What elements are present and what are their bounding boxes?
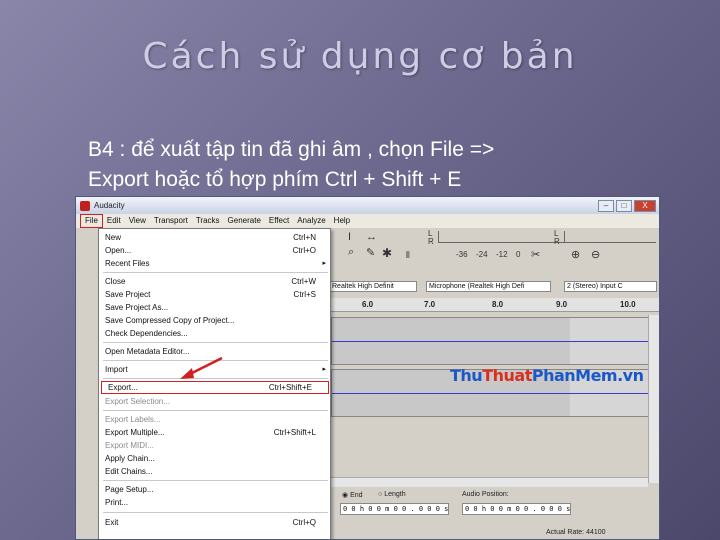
ruler-label: 9.0 [556,300,568,309]
timeline-ruler[interactable]: 6.0 7.0 8.0 9.0 10.0 [326,298,659,312]
menubar: File Edit View Transport Tracks Generate… [76,214,659,228]
audio-position-label: Audio Position: [462,491,509,498]
zoom-out-icon[interactable]: ⊖ [591,248,600,261]
menu-item-export-labels: Export Labels... [105,415,161,424]
audacity-app-icon [80,200,90,211]
menu-item-check-dependencies[interactable]: Check Dependencies... [99,328,332,339]
menu-item-save-project[interactable]: Save Project Ctrl+S [99,289,332,300]
meter-letter-r2: R [554,237,560,246]
cut-icon[interactable]: ✂ [531,248,540,261]
menu-separator [103,360,328,361]
menu-separator [103,342,328,343]
menu-item-export-selection: Export Selection... [105,397,170,406]
envelope-tool-icon[interactable]: ↔ [366,231,377,243]
watermark-logo: ThuThuatPhanMem.vn [450,366,644,385]
menu-item-open-metadata-editor[interactable]: Open Metadata Editor... [99,346,332,357]
meter-tick-4: 0 [516,250,521,259]
submenu-arrow-icon: ▸ [322,260,326,267]
menu-item-exit[interactable]: Exit Ctrl+Q [99,517,332,528]
menu-separator [103,378,328,379]
menu-item-open[interactable]: Open... Ctrl+O [99,245,332,256]
menu-separator [103,480,328,481]
waveform-line [332,341,650,342]
menu-help[interactable]: Help [330,215,354,227]
maximize-button[interactable]: □ [616,199,632,212]
playback-meter[interactable] [438,231,568,243]
slide-body-text: B4 : để xuất tập tin đã ghi âm , chọn Fi… [88,135,688,195]
menu-separator [103,512,328,513]
meter-tick-1: -36 [456,250,468,259]
menu-item-page-setup[interactable]: Page Setup... [99,484,332,495]
menu-item-apply-chain[interactable]: Apply Chain... [99,453,332,464]
menu-view[interactable]: View [125,215,150,227]
audio-track-1[interactable] [331,317,651,365]
record-meter[interactable] [564,231,656,243]
menu-item-print[interactable]: Print... [99,497,332,508]
menu-analyze[interactable]: Analyze [293,215,329,227]
recording-device-select[interactable]: Realtek High Definit [329,281,417,292]
close-button[interactable]: X [634,199,656,212]
multi-tool-icon[interactable]: ✱ [382,246,392,260]
menu-item-save-project-as[interactable]: Save Project As... [99,302,332,313]
menu-item-edit-chains[interactable]: Edit Chains... [99,466,332,477]
horizontal-scrollbar[interactable] [326,477,648,487]
meter-tick-3: -12 [496,250,508,259]
window-titlebar: Audacity – □ X [76,197,659,214]
length-label: Length [384,491,406,498]
window-controls: – □ X [598,199,659,212]
menu-item-import[interactable]: Import ▸ [99,364,332,375]
file-menu-dropdown: New Ctrl+N Open... Ctrl+O Recent Files ▸ Cl… [98,228,332,539]
ruler-label: 7.0 [424,300,436,309]
meter-tick-2: -24 [476,250,488,259]
menu-item-new[interactable]: New Ctrl+N [99,232,332,243]
minimize-button[interactable]: – [598,199,614,212]
menu-tracks[interactable]: Tracks [192,215,224,227]
vertical-scrollbar[interactable] [648,315,659,483]
actual-rate-text: Actual Rate: 44100 [546,529,606,536]
window-title: Audacity [94,201,125,210]
menu-item-export-multiple[interactable]: Export Multiple... Ctrl+Shift+L [99,427,332,438]
zoom-tool-icon[interactable]: ⌕ [348,246,354,259]
ruler-label: 10.0 [620,300,636,309]
menu-transport[interactable]: Transport [150,215,192,227]
menu-item-close[interactable]: Close Ctrl+W [99,276,332,287]
end-radio-label[interactable]: ◉ End [342,491,363,499]
selection-end-time[interactable]: 0 0 h 0 0 m 0 0 . 0 0 0 s [340,503,450,515]
input-source-select[interactable]: Microphone (Realtek High Defi [426,281,551,292]
menu-effect[interactable]: Effect [265,215,293,227]
menu-item-export[interactable]: Export... Ctrl+Shift+E [101,381,329,394]
ruler-label: 6.0 [362,300,374,309]
menu-file[interactable]: File [80,214,103,228]
menu-edit[interactable]: Edit [103,215,125,227]
menu-separator [103,272,328,273]
channels-select[interactable]: 2 (Stereo) Input C [564,281,657,292]
selection-toolbar: ◉ End ○ Length Audio Position: 0 0 h 0 0… [326,489,659,539]
length-radio-label[interactable]: ○ Length [378,491,406,498]
submenu-arrow-icon: ▸ [322,366,326,373]
body-line-1: B4 : để xuất tập tin đã ghi âm , chọn Fi… [88,138,495,161]
zoom-in-icon[interactable]: ⊕ [571,248,580,261]
meter-letter-r1: R [428,237,434,246]
waveform-line [332,393,650,394]
menu-item-save-compressed-copy[interactable]: Save Compressed Copy of Project... [99,315,332,326]
body-line-2: Export hoặc tổ hợp phím Ctrl + Shift + E [88,168,462,191]
selection-tool-icon[interactable]: Ι [348,231,351,243]
mixer-icon[interactable]: ⫴ [406,250,410,261]
menu-item-export-midi: Export MIDI... [105,441,154,450]
slide-title: Cách sử dụng cơ bản [142,36,578,77]
draw-tool-icon[interactable]: ✎ [366,246,375,259]
ruler-label: 8.0 [492,300,504,309]
menu-item-recent-files[interactable]: Recent Files ▸ [99,258,332,269]
end-label: End [350,492,363,499]
audio-position-time[interactable]: 0 0 h 0 0 m 0 0 . 0 0 0 s [462,503,572,515]
menu-generate[interactable]: Generate [224,215,265,227]
menu-separator [103,410,328,411]
